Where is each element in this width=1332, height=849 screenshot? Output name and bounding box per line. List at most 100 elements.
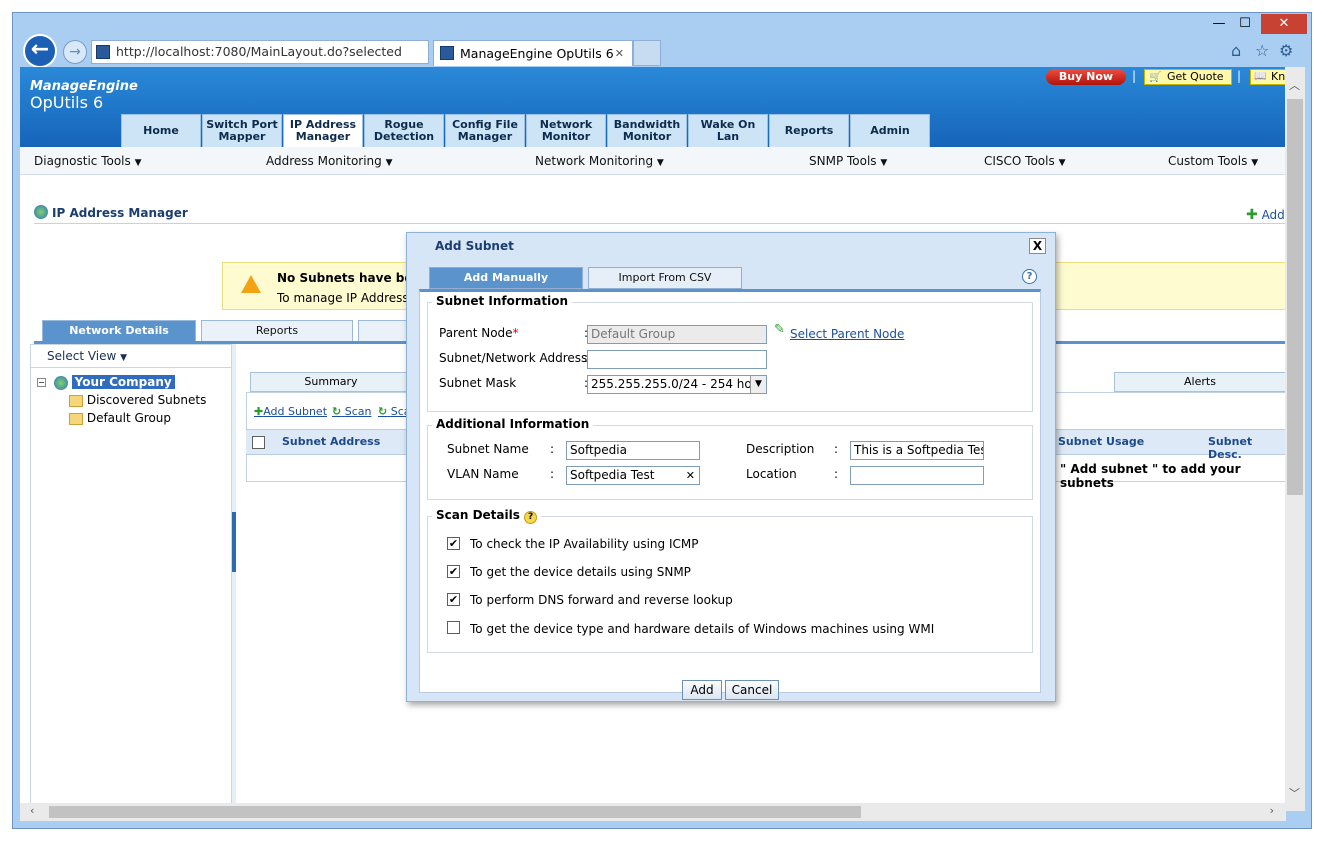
menu-cisco-tools[interactable]: CISCO Tools ▼ (984, 154, 1065, 168)
tree-item-label: Default Group (86, 411, 172, 425)
home-icon[interactable]: ⌂ (1231, 41, 1241, 60)
dialog-body: Subnet Information Parent Node* : Defaul… (419, 289, 1041, 693)
add-button[interactable]: Add (682, 680, 722, 700)
scroll-left-icon[interactable]: ‹ (30, 804, 34, 817)
browser-tab[interactable]: ManageEngine OpUtils 6 ✕ (433, 40, 633, 66)
nav-tab-label: Bandwidth Monitor (613, 118, 681, 143)
nav-tab-reports[interactable]: Reports (769, 114, 849, 147)
subnet-mask-select[interactable]: 255.255.255.0/24 - 254 hos ▼ (587, 375, 767, 394)
subnet-mask-label: Subnet Mask (439, 376, 517, 390)
header-separator-2: | (1237, 69, 1242, 83)
page-title-text: IP Address Manager (52, 206, 188, 220)
close-window-button[interactable]: ✕ (1261, 14, 1307, 34)
scan-link[interactable]: ↻ Scan (332, 405, 371, 418)
buy-now-button[interactable]: Buy Now (1046, 69, 1126, 85)
colon: : (834, 467, 839, 481)
tree-root[interactable]: − Your Company (37, 375, 175, 390)
horizontal-scroll-thumb[interactable] (49, 806, 861, 818)
select-parent-node-link[interactable]: Select Parent Node (790, 327, 904, 341)
add-link[interactable]: ✚ Add (1246, 207, 1285, 223)
help-icon[interactable]: ? (524, 511, 538, 524)
plus-icon: ✚ (1246, 207, 1258, 223)
splitter-handle[interactable] (232, 512, 236, 572)
maximize-button[interactable]: ☐ (1235, 14, 1255, 34)
description-input[interactable]: This is a Softpedia Test (850, 441, 984, 460)
nav-tab-admin[interactable]: Admin (850, 114, 930, 147)
location-label: Location (746, 467, 797, 481)
subnet-name-input[interactable]: Softpedia (566, 441, 700, 460)
scroll-up-icon[interactable]: ︿ (1289, 77, 1300, 93)
arrow-left-icon: ← (30, 37, 50, 62)
nav-tab-ip-address-manager[interactable]: IP Address Manager (283, 114, 363, 147)
dialog-close-button[interactable]: X (1029, 238, 1046, 254)
book-icon: 📖 (1254, 71, 1267, 82)
dns-checkbox[interactable]: ✔ (447, 593, 460, 606)
nav-tab-label: Switch Port Mapper (206, 118, 278, 143)
menu-network-monitoring[interactable]: Network Monitoring ▼ (535, 154, 664, 168)
chevron-down-icon[interactable]: ▼ (750, 376, 766, 393)
new-tab-button[interactable] (633, 40, 661, 66)
grid-tab-alerts[interactable]: Alerts (1114, 372, 1286, 392)
plus-icon: ✚ (254, 405, 264, 418)
vertical-scroll-thumb[interactable] (1287, 99, 1303, 495)
nav-tab-network-monitor[interactable]: Network Monitor (526, 114, 606, 147)
tree-item-discovered-subnets[interactable]: Discovered Subnets (69, 393, 206, 407)
select-view-dropdown[interactable]: Select View ▼ (47, 349, 127, 363)
location-input[interactable] (850, 466, 984, 485)
nav-tab-switch-port-mapper[interactable]: Switch Port Mapper (202, 114, 282, 147)
colon: : (550, 442, 555, 456)
menu-custom-tools[interactable]: Custom Tools ▼ (1168, 154, 1258, 168)
add-subnet-link[interactable]: ✚Add Subnet (254, 405, 327, 418)
knowledge-base-button[interactable]: 📖 Kn (1250, 69, 1286, 85)
nav-tab-bandwidth-monitor[interactable]: Bandwidth Monitor (607, 114, 687, 147)
network-address-input[interactable] (587, 350, 767, 369)
cart-icon: 🛒 (1149, 72, 1162, 83)
tab-close-icon[interactable]: ✕ (615, 41, 624, 66)
snmp-checkbox[interactable]: ✔ (447, 565, 460, 578)
nav-tab-rogue-detection[interactable]: Rogue Detection (364, 114, 444, 147)
favorites-star-icon[interactable]: ☆ (1255, 41, 1269, 60)
address-bar[interactable]: http://localhost:7080/MainLayout.do?sele… (91, 40, 429, 64)
refresh-icon: ↻ (332, 405, 342, 418)
divider (31, 367, 231, 368)
nav-tab-wake-on-lan[interactable]: Wake On Lan (688, 114, 768, 147)
vlan-name-input[interactable]: Softpedia Test ✕ (566, 466, 700, 485)
tab-add-manually[interactable]: Add Manually (429, 267, 583, 289)
refresh-icon: ↻ (378, 405, 388, 418)
address-text: http://localhost:7080/MainLayout.do?sele… (116, 44, 402, 59)
tab-import-csv[interactable]: Import From CSV (588, 267, 742, 289)
kb-label: Kn (1271, 70, 1286, 83)
col-subnet-address[interactable]: Subnet Address (282, 435, 380, 448)
tab-network-details[interactable]: Network Details (42, 320, 196, 342)
wmi-checkbox[interactable] (447, 621, 460, 634)
forward-button[interactable]: → (63, 40, 87, 64)
grid-tab-summary[interactable]: Summary (250, 372, 412, 392)
scroll-right-icon[interactable]: › (1270, 804, 1274, 817)
nav-tab-home[interactable]: Home (121, 114, 201, 147)
tab-title: ManageEngine OpUtils 6 (460, 46, 614, 61)
empty-grid-message: " Add subnet " to add your subnets (1060, 462, 1241, 490)
colon: : (550, 467, 555, 481)
tree-item-default-group[interactable]: Default Group (69, 411, 171, 425)
select-all-checkbox[interactable] (252, 436, 265, 449)
menu-snmp-tools[interactable]: SNMP Tools ▼ (809, 154, 887, 168)
pane-splitter[interactable] (232, 344, 236, 811)
scroll-down-icon[interactable]: ﹀ (1289, 785, 1300, 801)
nav-tab-config-file-manager[interactable]: Config File Manager (445, 114, 525, 147)
get-quote-button[interactable]: 🛒 Get Quote (1144, 69, 1232, 85)
tab-reports[interactable]: Reports (201, 320, 353, 342)
clear-icon[interactable]: ✕ (686, 467, 695, 484)
col-subnet-desc[interactable]: Subnet Desc. (1208, 435, 1286, 461)
chevron-down-icon: ▼ (880, 158, 888, 168)
collapse-icon[interactable]: − (37, 378, 46, 387)
cancel-button[interactable]: Cancel (725, 680, 779, 700)
menu-diagnostic-tools[interactable]: Diagnostic Tools ▼ (34, 154, 142, 168)
help-icon[interactable]: ? (1022, 269, 1037, 284)
settings-gear-icon[interactable]: ⚙ (1279, 41, 1293, 60)
back-button[interactable]: ← (23, 34, 57, 68)
col-subnet-usage[interactable]: Subnet Usage (1058, 435, 1144, 448)
minimize-button[interactable]: — (1209, 14, 1229, 34)
folder-search-icon (69, 394, 83, 407)
icmp-checkbox[interactable]: ✔ (447, 537, 460, 550)
menu-address-monitoring[interactable]: Address Monitoring ▼ (266, 154, 393, 168)
